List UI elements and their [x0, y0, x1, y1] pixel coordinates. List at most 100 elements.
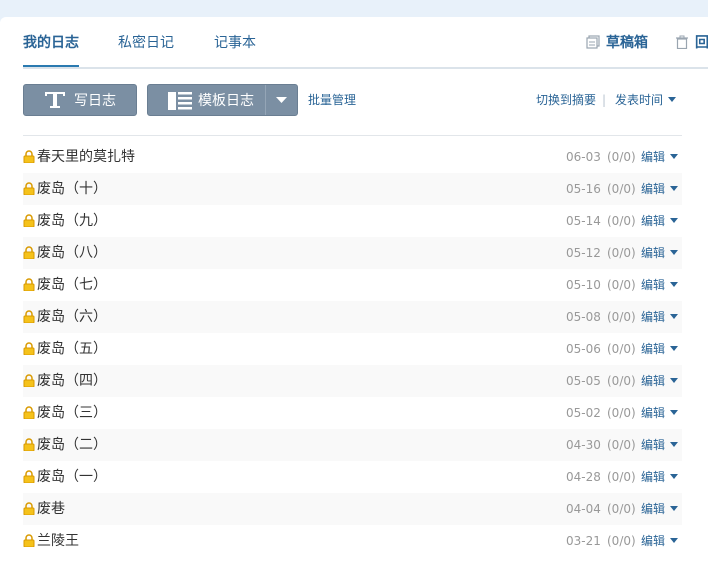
edit-label: 编辑: [641, 374, 666, 388]
edit-dropdown[interactable]: 编辑: [641, 373, 679, 389]
list-item: 废岛（二） 04-30 (0/0) 编辑: [23, 429, 682, 461]
list-item: 废岛（九） 05-14 (0/0) 编辑: [23, 205, 682, 237]
entry-title[interactable]: 废岛（六）: [37, 308, 107, 326]
edit-label: 编辑: [641, 150, 666, 164]
list-item: 废岛（五） 05-06 (0/0) 编辑: [23, 333, 682, 365]
edit-dropdown[interactable]: 编辑: [641, 213, 679, 229]
journal-list: 春天里的莫扎特 06-03 (0/0) 编辑 废岛（十） 05-16 (0/0) 编辑 废岛（九…: [23, 141, 682, 557]
entry-comment-count: (0/0): [607, 534, 636, 548]
list-item: 废岛（四） 05-05 (0/0) 编辑: [23, 365, 682, 397]
lock-icon: [23, 342, 35, 355]
entry-comment-count: (0/0): [607, 182, 636, 196]
entry-date: 06-03: [566, 150, 601, 164]
entry-title[interactable]: 废岛（三）: [37, 404, 107, 422]
edit-dropdown[interactable]: 编辑: [641, 277, 679, 293]
list-item: 兰陵王 03-21 (0/0) 编辑: [23, 525, 682, 557]
entry-title[interactable]: 废巷: [37, 500, 65, 518]
caret-down-icon: [670, 378, 679, 383]
sort-label: 发表时间: [615, 93, 664, 107]
draft-box-icon: [586, 35, 600, 49]
edit-label: 编辑: [641, 342, 666, 356]
lock-icon: [23, 502, 35, 515]
edit-dropdown[interactable]: 编辑: [641, 469, 679, 485]
entry-date: 04-30: [566, 438, 601, 452]
recycle-label: 回: [695, 35, 708, 51]
lock-icon: [23, 246, 35, 259]
list-item: 废岛（三） 05-02 (0/0) 编辑: [23, 397, 682, 429]
caret-down-icon: [670, 474, 679, 479]
recycle-button[interactable]: 回: [675, 34, 708, 52]
lock-icon: [23, 438, 35, 451]
edit-dropdown[interactable]: 编辑: [641, 149, 679, 165]
edit-dropdown[interactable]: 编辑: [641, 437, 679, 453]
list-item: 废岛（十） 05-16 (0/0) 编辑: [23, 173, 682, 205]
entry-date: 05-10: [566, 278, 601, 292]
entry-title[interactable]: 废岛（二）: [37, 436, 107, 454]
entry-title[interactable]: 废岛（一）: [37, 468, 107, 486]
list-item: 废岛（一） 04-28 (0/0) 编辑: [23, 461, 682, 493]
entry-title[interactable]: 废岛（八）: [37, 244, 107, 262]
entry-date: 05-12: [566, 246, 601, 260]
edit-dropdown[interactable]: 编辑: [641, 181, 679, 197]
caret-down-icon: [670, 154, 679, 159]
list-item: 春天里的莫扎特 06-03 (0/0) 编辑: [23, 141, 682, 173]
template-dropdown-toggle[interactable]: [265, 85, 297, 115]
entry-title[interactable]: 废岛（十）: [37, 180, 107, 198]
entry-title[interactable]: 废岛（九）: [37, 212, 107, 230]
template-journal-label: 模板日志: [198, 93, 254, 109]
edit-dropdown[interactable]: 编辑: [641, 245, 679, 261]
entry-comment-count: (0/0): [607, 310, 636, 324]
list-item: 废岛（六） 05-08 (0/0) 编辑: [23, 301, 682, 333]
edit-label: 编辑: [641, 534, 666, 548]
entry-comment-count: (0/0): [607, 374, 636, 388]
toolbar-separator: |: [602, 93, 607, 107]
tab-private-diary[interactable]: 私密日记: [118, 34, 174, 52]
drafts-label: 草稿箱: [606, 35, 648, 51]
drafts-button[interactable]: 草稿箱: [586, 34, 648, 52]
edit-label: 编辑: [641, 470, 666, 484]
batch-manage-link[interactable]: 批量管理: [308, 92, 356, 108]
tab-my-journal[interactable]: 我的日志: [23, 34, 79, 52]
edit-dropdown[interactable]: 编辑: [641, 341, 679, 357]
write-journal-label: 写日志: [74, 93, 116, 109]
edit-dropdown[interactable]: 编辑: [641, 533, 679, 549]
entry-date: 05-05: [566, 374, 601, 388]
edit-dropdown[interactable]: 编辑: [641, 309, 679, 325]
entry-date: 03-21: [566, 534, 601, 548]
template-journal-button[interactable]: 模板日志: [147, 84, 298, 116]
sort-by-time-dropdown[interactable]: 发表时间: [615, 92, 677, 108]
lock-icon: [23, 150, 35, 163]
entry-comment-count: (0/0): [607, 502, 636, 516]
entry-title[interactable]: 春天里的莫扎特: [37, 148, 135, 166]
entry-title[interactable]: 废岛（七）: [37, 276, 107, 294]
edit-label: 编辑: [641, 438, 666, 452]
entry-title[interactable]: 兰陵王: [37, 532, 79, 550]
lock-icon: [23, 182, 35, 195]
caret-down-icon: [670, 282, 679, 287]
edit-dropdown[interactable]: 编辑: [641, 405, 679, 421]
list-divider: [23, 135, 682, 136]
entry-title[interactable]: 废岛（五）: [37, 340, 107, 358]
entry-date: 05-02: [566, 406, 601, 420]
caret-down-icon: [670, 346, 679, 351]
entry-comment-count: (0/0): [607, 406, 636, 420]
edit-label: 编辑: [641, 246, 666, 260]
list-item: 废岛（七） 05-10 (0/0) 编辑: [23, 269, 682, 301]
entry-title[interactable]: 废岛（四）: [37, 372, 107, 390]
edit-label: 编辑: [641, 214, 666, 228]
tab-notebook[interactable]: 记事本: [214, 34, 256, 52]
list-icon: [168, 92, 192, 110]
edit-dropdown[interactable]: 编辑: [641, 501, 679, 517]
entry-comment-count: (0/0): [607, 342, 636, 356]
write-journal-button[interactable]: 写日志: [23, 84, 137, 116]
caret-down-icon: [670, 410, 679, 415]
caret-down-icon: [670, 250, 679, 255]
edit-label: 编辑: [641, 278, 666, 292]
entry-date: 05-08: [566, 310, 601, 324]
entry-comment-count: (0/0): [607, 278, 636, 292]
caret-down-icon: [670, 186, 679, 191]
switch-to-summary-link[interactable]: 切换到摘要: [536, 92, 596, 108]
entry-date: 05-06: [566, 342, 601, 356]
tab-bar: 我的日志 私密日记 记事本 草稿箱 回: [0, 17, 708, 69]
lock-icon: [23, 470, 35, 483]
